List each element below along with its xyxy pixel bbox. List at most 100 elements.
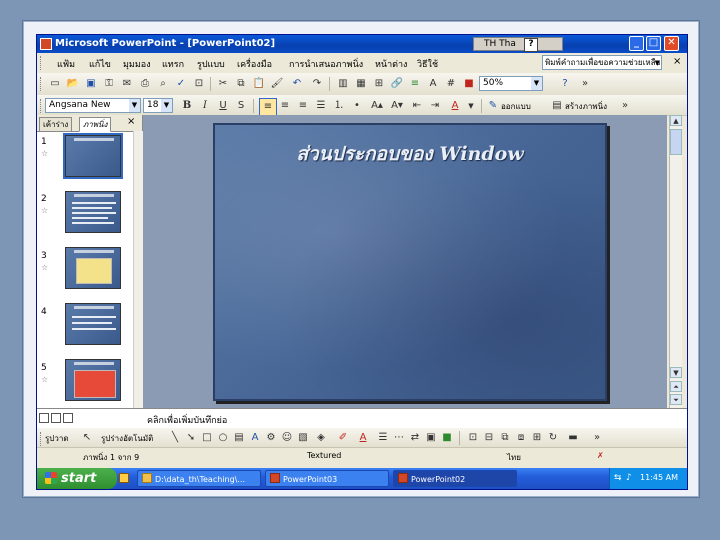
underline-button[interactable]: U [215,98,231,114]
font-color-icon[interactable]: A [355,430,371,446]
toolbar-grip[interactable] [40,77,44,91]
copy-icon[interactable]: ⧉ [233,76,249,92]
research-icon[interactable]: ⊡ [191,76,207,92]
scroll-thumb[interactable] [670,129,682,155]
expand-all-icon[interactable]: ≡ [407,76,423,92]
slide-thumbnail-4[interactable] [65,303,121,345]
menu-view[interactable]: มุมมอง [123,57,151,71]
slide-thumbnail-5[interactable] [65,359,121,401]
slide-sorter-icon[interactable] [51,413,61,423]
shadow-style-icon[interactable]: ▣ [423,430,439,446]
wordart-icon[interactable]: A [247,430,263,446]
menu-insert[interactable]: แทรก [162,57,184,71]
chevron-down-icon[interactable]: ▼ [655,57,660,69]
scroll-up-icon[interactable]: ▲ [670,115,682,126]
toolbar-options-icon[interactable]: » [577,76,593,92]
paste-icon[interactable]: 📋 [251,76,267,92]
language-bar[interactable]: TH Tha ? [473,37,563,52]
select-pointer-icon[interactable]: ↖ [79,430,95,446]
help-button[interactable]: ? [524,38,538,52]
toolbar-grip[interactable] [40,432,44,446]
notes-pane[interactable]: คลิกเพื่อเพิ่มบันทึกย่อ [37,408,687,429]
line-style-icon[interactable]: ☰ [375,430,391,446]
pane-scrollbar[interactable] [133,131,143,408]
grid-icon[interactable]: # [443,76,459,92]
increase-indent-icon[interactable]: ⇥ [427,98,443,114]
permission-icon[interactable]: ⚿ [101,76,117,92]
slide-thumbnail-3[interactable] [65,247,121,289]
align-center-icon[interactable]: ≡ [277,98,293,114]
tab-slides[interactable]: ภาพนิ่ง [79,117,112,132]
align-right-icon[interactable]: ≡ [295,98,311,114]
format-painter-icon[interactable]: 🖌 [269,76,285,92]
scroll-down-icon[interactable]: ▼ [670,367,682,378]
font-color-icon[interactable]: A [447,98,463,114]
toolbar-options-icon[interactable]: » [617,98,633,114]
ungroup-icon[interactable]: ⊟ [481,430,497,446]
bullets-icon[interactable]: • [349,98,365,114]
clock[interactable]: 11:45 AM [640,473,678,482]
normal-view-icon[interactable] [39,413,49,423]
chevron-down-icon[interactable]: ▼ [161,99,172,112]
chart-icon[interactable]: ▥ [335,76,351,92]
close-icon[interactable]: × [127,116,135,127]
oval-icon[interactable]: ○ [215,430,231,446]
hyperlink-icon[interactable]: 🔗 [389,76,405,92]
task-powerpoint02[interactable]: PowerPoint02 [393,470,517,487]
undo-icon[interactable]: ↶ [289,76,305,92]
document-close-button[interactable]: × [673,56,681,67]
spelling-icon[interactable]: ✓ [173,76,189,92]
numbering-icon[interactable]: ⒈ [331,98,347,114]
previous-slide-icon[interactable]: ⏶ [670,381,682,392]
picture-icon[interactable]: ▧ [295,430,311,446]
bold-button[interactable]: B [179,98,195,114]
clipart-icon[interactable]: ☺ [279,430,295,446]
chevron-down-icon[interactable]: ▼ [531,77,542,90]
redo-icon[interactable]: ↷ [309,76,325,92]
cut-icon[interactable]: ✂ [215,76,231,92]
menu-edit[interactable]: แก้ไข [89,57,111,71]
italic-button[interactable]: I [197,98,213,114]
justify-icon[interactable]: ☰ [313,98,329,114]
quick-launch-icon[interactable] [119,473,129,483]
new-slide-icon[interactable]: ▤ [549,98,565,114]
task-folder[interactable]: D:\data_th\Teaching\... [137,470,261,487]
align-objects-icon[interactable]: ⊞ [529,430,545,446]
table-icon[interactable]: ▦ [353,76,369,92]
increase-font-icon[interactable]: A▴ [369,98,385,114]
maximize-button[interactable]: □ [646,36,661,51]
ask-question-box[interactable]: พิมพ์คำถามเพื่อขอความช่วยเหลือ ▼ [542,55,662,70]
display-icon[interactable]: ▬ [565,430,581,446]
menu-help[interactable]: วิธีใช้ [417,57,438,71]
save-icon[interactable]: ▣ [83,76,99,92]
new-icon[interactable]: ▭ [47,76,63,92]
menu-tools[interactable]: เครื่องมือ [237,57,272,71]
decrease-indent-icon[interactable]: ⇤ [409,98,425,114]
menu-format[interactable]: รูปแบบ [197,57,225,71]
email-icon[interactable]: ✉ [119,76,135,92]
dash-style-icon[interactable]: ⋯ [391,430,407,446]
slide-canvas[interactable]: ส่วนประกอบของ Window [213,123,607,401]
menu-slideshow[interactable]: การนำเสนอภาพนิ่ง [289,57,363,71]
font-name-select[interactable]: Angsana New ▼ [45,98,141,113]
fill-color-icon[interactable]: ◈ [313,430,329,446]
toolbar-options-icon[interactable]: » [589,430,605,446]
slide-thumbnail-2[interactable] [65,191,121,233]
show-formatting-icon[interactable]: A [425,76,441,92]
network-icon[interactable]: ⇆ [614,473,622,483]
slide-thumbnail-1[interactable] [63,133,123,179]
design-icon[interactable]: ✎ [485,98,501,114]
line-color-icon[interactable]: ✐ [335,430,351,446]
shadow-button[interactable]: S [233,98,249,114]
color-grayscale-icon[interactable]: ■ [461,76,477,92]
new-slide-button[interactable]: สร้างภาพนิ่ง [565,100,607,113]
arrow-icon[interactable]: ➘ [183,430,199,446]
chevron-down-icon[interactable]: ▼ [463,98,479,114]
toolbar-grip[interactable] [40,56,44,70]
minimize-button[interactable]: _ [629,36,644,51]
menu-window[interactable]: หน้าต่าง [375,57,407,71]
arrow-style-icon[interactable]: ⇄ [407,430,423,446]
task-powerpoint03[interactable]: PowerPoint03 [265,470,389,487]
slideshow-view-icon[interactable] [63,413,73,423]
group-icon[interactable]: ⊡ [465,430,481,446]
